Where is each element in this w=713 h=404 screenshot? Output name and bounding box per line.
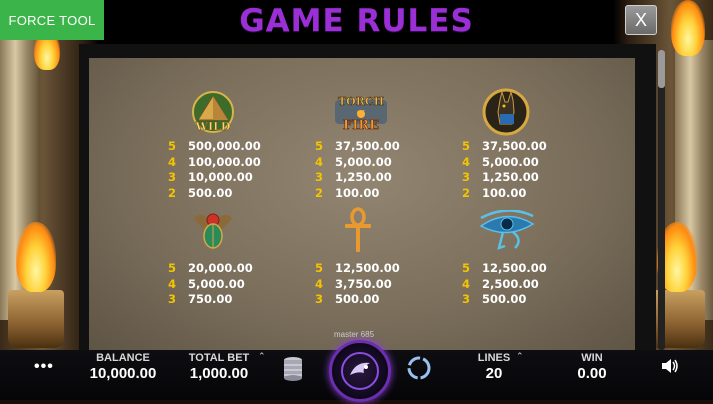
win-value: 0.00 [577,365,607,382]
lines-caret-icon[interactable]: ⌃ [516,351,524,362]
paytable-eye-of-horus: 5 12,500.00 4 2,500.00 3 500.00 [462,261,547,306]
rules-scrollbar[interactable] [658,50,665,350]
speaker-icon [662,359,678,373]
total-bet-caret-icon[interactable]: ⌃ [258,351,266,362]
paytable-wild: 5 500,000.00 4 100,000.00 3 10,000.00 2 500.… [168,139,261,200]
fire-logo-word: FIRE [343,118,379,133]
lines-value[interactable]: 20 [474,365,514,382]
paytable-ankh: 5 12,500.00 4 3,750.00 3 500.00 [315,261,400,306]
scrollbar-thumb[interactable] [658,50,665,88]
autoplay-button[interactable] [406,355,432,386]
ankh-icon [333,207,383,252]
force-tool-button[interactable]: FORCE TOOL [0,0,104,40]
spin-button-icon [341,352,379,390]
sound-button[interactable] [661,358,679,379]
coin-stack-icon [284,357,302,381]
left-brazier [8,290,64,348]
left-brazier-flame [16,222,56,292]
paytable-panel: WILD 5 500,000.00 4 100,000.00 3 10,000.00 … [89,58,635,354]
close-icon: X [634,9,647,30]
total-bet-value[interactable]: 1,000.00 [178,365,260,382]
eye-of-horus-icon [477,210,537,252]
anubis-icon [482,88,530,136]
spin-button[interactable] [329,340,391,402]
ellipsis-icon: ••• [34,358,54,375]
lines-label: LINES [477,352,511,364]
menu-button[interactable]: ••• [34,358,54,376]
autoplay-icon [407,356,431,380]
balance-value: 10,000.00 [89,365,157,382]
torch-logo-word: TORCH [338,95,384,108]
right-torch-flame [671,0,705,56]
paytable-scarab: 5 20,000.00 4 5,000.00 3 750.00 [168,261,253,306]
balance-label: BALANCE [96,352,150,364]
coin-stack-button[interactable] [282,355,304,388]
paytable-torch-of-fire: 5 37,500.00 4 5,000.00 3 1,250.00 2 100.00 [315,139,400,200]
pyramid-wild-icon: WILD [188,90,238,134]
win-label: WIN [581,352,603,364]
close-button[interactable]: X [625,5,657,35]
scarab-icon [188,208,238,252]
paytable-anubis: 5 37,500.00 4 5,000.00 3 1,250.00 2 100.00 [462,139,547,200]
total-bet-label: TOTAL BET [188,352,250,364]
wild-icon-text: WILD [195,120,231,133]
torch-of-fire-logo-icon: TORCH OF FIRE [333,88,389,136]
watermark-text: master 685 [334,330,375,339]
